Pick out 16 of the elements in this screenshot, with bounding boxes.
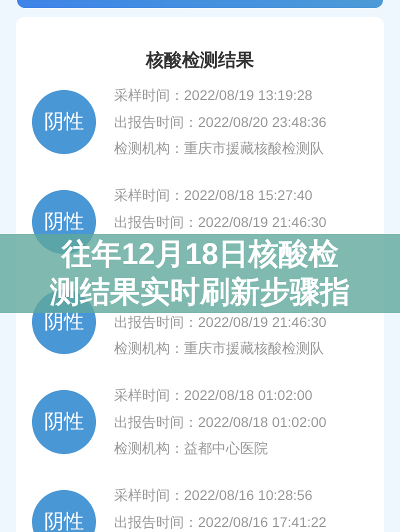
record-detail: 采样时间：2022/08/19 13:19:28 [114,86,312,105]
record-detail: 检测机构：重庆市援藏核酸检测队 [114,139,324,158]
result-badge: 阴性 [32,490,96,532]
record-detail: 检测机构：益都中心医院 [114,439,268,458]
result-badge: 阴性 [32,390,96,454]
record-detail: 出报告时间：2022/08/18 01:02:00 [114,412,326,432]
record-detail: 出报告时间：2022/08/19 21:46:30 [114,212,326,232]
record-detail: 出报告时间：2022/08/20 23:48:36 [114,112,326,132]
record-detail: 采样时间：2022/08/18 01:02:00 [114,386,312,405]
record-detail: 出报告时间：2022/08/19 21:46:30 [114,312,326,332]
record-detail: 采样时间：2022/08/18 15:27:40 [114,186,312,205]
record-detail: 出报告时间：2022/08/16 17:41:22 [114,512,326,532]
record-detail: 检测机构：重庆市援藏核酸检测队 [114,339,324,358]
result-badge: 阴性 [32,90,96,154]
card-title: 核酸检测结果 [146,49,254,72]
record-detail: 采样时间：2022/08/16 10:28:56 [114,486,312,505]
